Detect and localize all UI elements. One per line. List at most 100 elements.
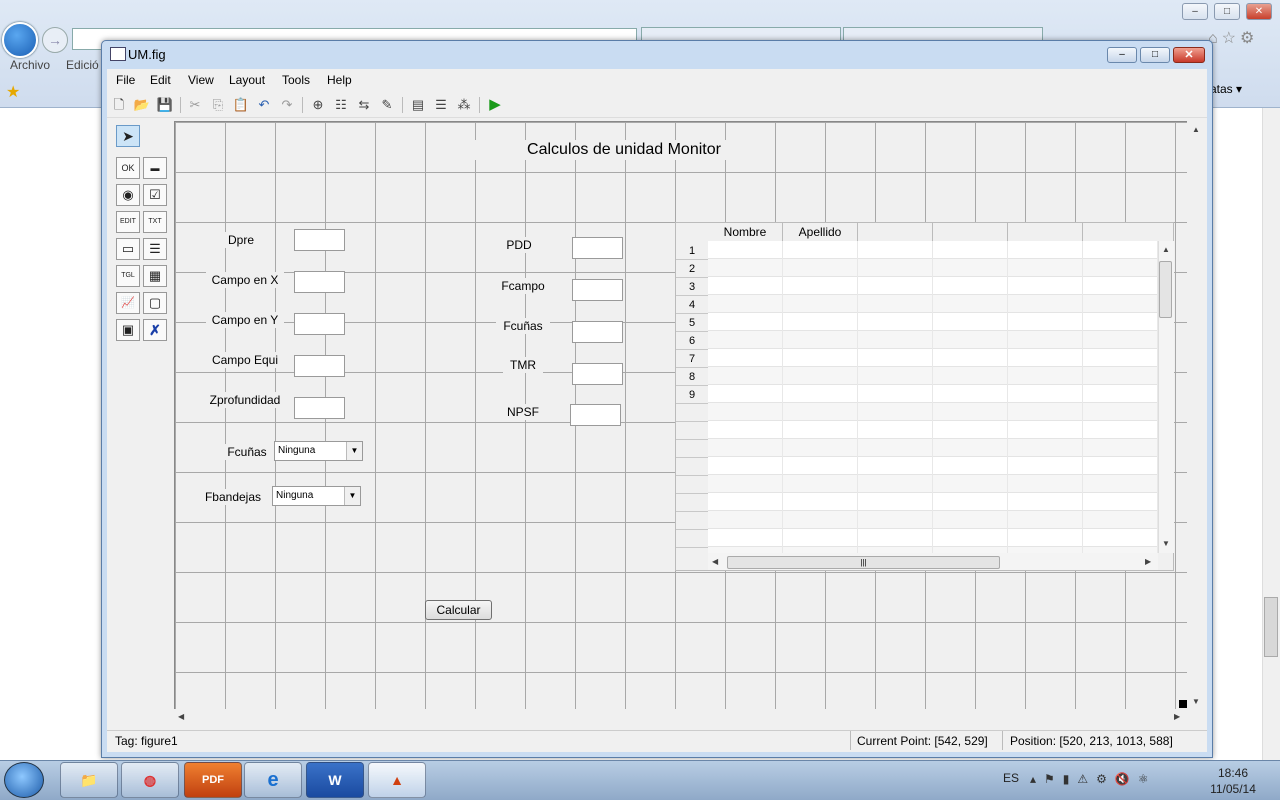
edit-pdd[interactable] <box>572 237 623 259</box>
canvas-horizontal-scrollbar[interactable]: ◀ ▶ <box>174 709 1187 725</box>
scroll-left-icon[interactable]: ◀ <box>712 557 718 566</box>
column-header[interactable] <box>933 223 1008 241</box>
table-cell[interactable] <box>933 313 1008 331</box>
slider-tool-icon[interactable]: ▬ <box>143 157 167 179</box>
table-cell[interactable] <box>858 241 933 259</box>
menu-edit[interactable]: Edit <box>150 73 171 87</box>
edit-campo-x[interactable] <box>294 271 345 293</box>
table-cell[interactable] <box>708 511 783 529</box>
table-cell[interactable] <box>1083 349 1158 367</box>
table-cell[interactable] <box>858 295 933 313</box>
table-cell[interactable] <box>783 277 858 295</box>
edit-tool-icon[interactable]: EDIT <box>116 211 140 233</box>
menu-tools[interactable]: Tools <box>282 73 310 87</box>
ie-taskbar-icon[interactable]: e <box>244 762 302 798</box>
row-header[interactable]: 3 <box>676 278 708 296</box>
table-cell[interactable] <box>708 457 783 475</box>
table-scroll-thumb[interactable] <box>1159 261 1172 318</box>
chrome-taskbar-icon[interactable]: ◍ <box>121 762 179 798</box>
table-cell[interactable] <box>933 439 1008 457</box>
table-cell[interactable] <box>1083 259 1158 277</box>
table-cell[interactable] <box>1083 421 1158 439</box>
browser-maximize-button[interactable]: □ <box>1214 3 1240 20</box>
table-cell[interactable] <box>1008 475 1083 493</box>
row-header[interactable]: 2 <box>676 260 708 278</box>
table-cell[interactable] <box>708 259 783 277</box>
table-cell[interactable] <box>708 385 783 403</box>
row-header[interactable]: 8 <box>676 368 708 386</box>
buttongroup-tool-icon[interactable]: ▣ <box>116 319 140 341</box>
edit-npsf[interactable] <box>570 404 621 426</box>
new-file-icon[interactable]: 🗋 <box>110 96 128 114</box>
table-row[interactable] <box>708 403 1158 421</box>
start-button[interactable] <box>4 762 44 798</box>
axes-tool-icon[interactable]: 📈 <box>116 292 140 314</box>
table-cell[interactable] <box>858 421 933 439</box>
table-row[interactable] <box>708 493 1158 511</box>
chevron-down-icon[interactable]: ▼ <box>344 487 360 505</box>
table-cell[interactable] <box>1008 457 1083 475</box>
table-cell[interactable] <box>933 421 1008 439</box>
table-cell[interactable] <box>858 457 933 475</box>
table-cell[interactable] <box>1008 241 1083 259</box>
table-cell[interactable] <box>1008 529 1083 547</box>
menu-editor-icon[interactable]: ☷ <box>332 96 350 114</box>
scroll-left-icon[interactable]: ◀ <box>178 712 184 721</box>
table-cell[interactable] <box>933 277 1008 295</box>
redo-icon[interactable]: ↷ <box>278 96 296 114</box>
table-row[interactable] <box>708 241 1158 259</box>
table-row[interactable] <box>708 421 1158 439</box>
undo-icon[interactable]: ↶ <box>255 96 273 114</box>
canvas-vertical-scrollbar[interactable]: ▲ ▼ <box>1188 121 1204 709</box>
table-cell[interactable] <box>708 277 783 295</box>
resize-handle[interactable] <box>1179 700 1187 708</box>
browser-home-star-gear-icons[interactable]: ⌂☆⚙ <box>1208 28 1258 48</box>
table-cell[interactable] <box>708 529 783 547</box>
table-cell[interactable] <box>933 385 1008 403</box>
table-cell[interactable] <box>1083 511 1158 529</box>
table-cell[interactable] <box>933 403 1008 421</box>
toggle-tool-icon[interactable]: TGL <box>116 265 140 287</box>
edit-fcampo[interactable] <box>572 279 623 301</box>
table-cell[interactable] <box>858 385 933 403</box>
table-cell[interactable] <box>708 367 783 385</box>
browser-close-button[interactable]: ✕ <box>1246 3 1272 20</box>
label-fcampo[interactable]: Fcampo <box>494 278 552 294</box>
column-header[interactable] <box>858 223 933 241</box>
word-taskbar-icon[interactable]: W <box>306 762 364 798</box>
column-header[interactable] <box>1008 223 1083 241</box>
favorites-menu[interactable]: atas ▾ <box>1210 82 1242 96</box>
table-row[interactable] <box>708 259 1158 277</box>
table-hscroll-thumb[interactable]: ||| <box>727 556 1000 569</box>
table-cell[interactable] <box>1008 277 1083 295</box>
clock-time[interactable]: 18:46 <box>1205 766 1261 780</box>
browser-menu-edicion[interactable]: Edició <box>66 58 99 72</box>
table-cell[interactable] <box>1083 529 1158 547</box>
table-cell[interactable] <box>1083 475 1158 493</box>
table-cell[interactable] <box>858 331 933 349</box>
copy-icon[interactable]: ⎘ <box>209 96 227 114</box>
table-cell[interactable] <box>858 259 933 277</box>
calcular-button[interactable]: Calcular <box>425 600 492 620</box>
language-indicator[interactable]: ES <box>1003 771 1019 785</box>
table-row[interactable] <box>708 349 1158 367</box>
gui-title-text[interactable]: Calculos de unidad Monitor <box>474 140 774 160</box>
property-inspector-icon[interactable]: ☰ <box>432 96 450 114</box>
edit-campo-y[interactable] <box>294 313 345 335</box>
label-fcunas-right[interactable]: Fcuñas <box>496 318 550 334</box>
cut-icon[interactable]: ✂ <box>186 96 204 114</box>
table-cell[interactable] <box>783 259 858 277</box>
editor-icon[interactable]: ▤ <box>409 96 427 114</box>
paste-icon[interactable]: 📋 <box>232 96 250 114</box>
popup-fbandejas[interactable]: Ninguna ▼ <box>272 486 361 506</box>
table-cell[interactable] <box>783 439 858 457</box>
text-tool-icon[interactable]: TXT <box>143 211 167 233</box>
table-cell[interactable] <box>1083 367 1158 385</box>
table-cell[interactable] <box>708 241 783 259</box>
table-cell[interactable] <box>708 475 783 493</box>
column-header[interactable]: Nombre <box>708 223 783 241</box>
browser-scroll-thumb[interactable] <box>1264 597 1278 657</box>
popup-fcunas[interactable]: Ninguna ▼ <box>274 441 363 461</box>
table-cell[interactable] <box>1083 313 1158 331</box>
column-header[interactable] <box>1083 223 1158 241</box>
